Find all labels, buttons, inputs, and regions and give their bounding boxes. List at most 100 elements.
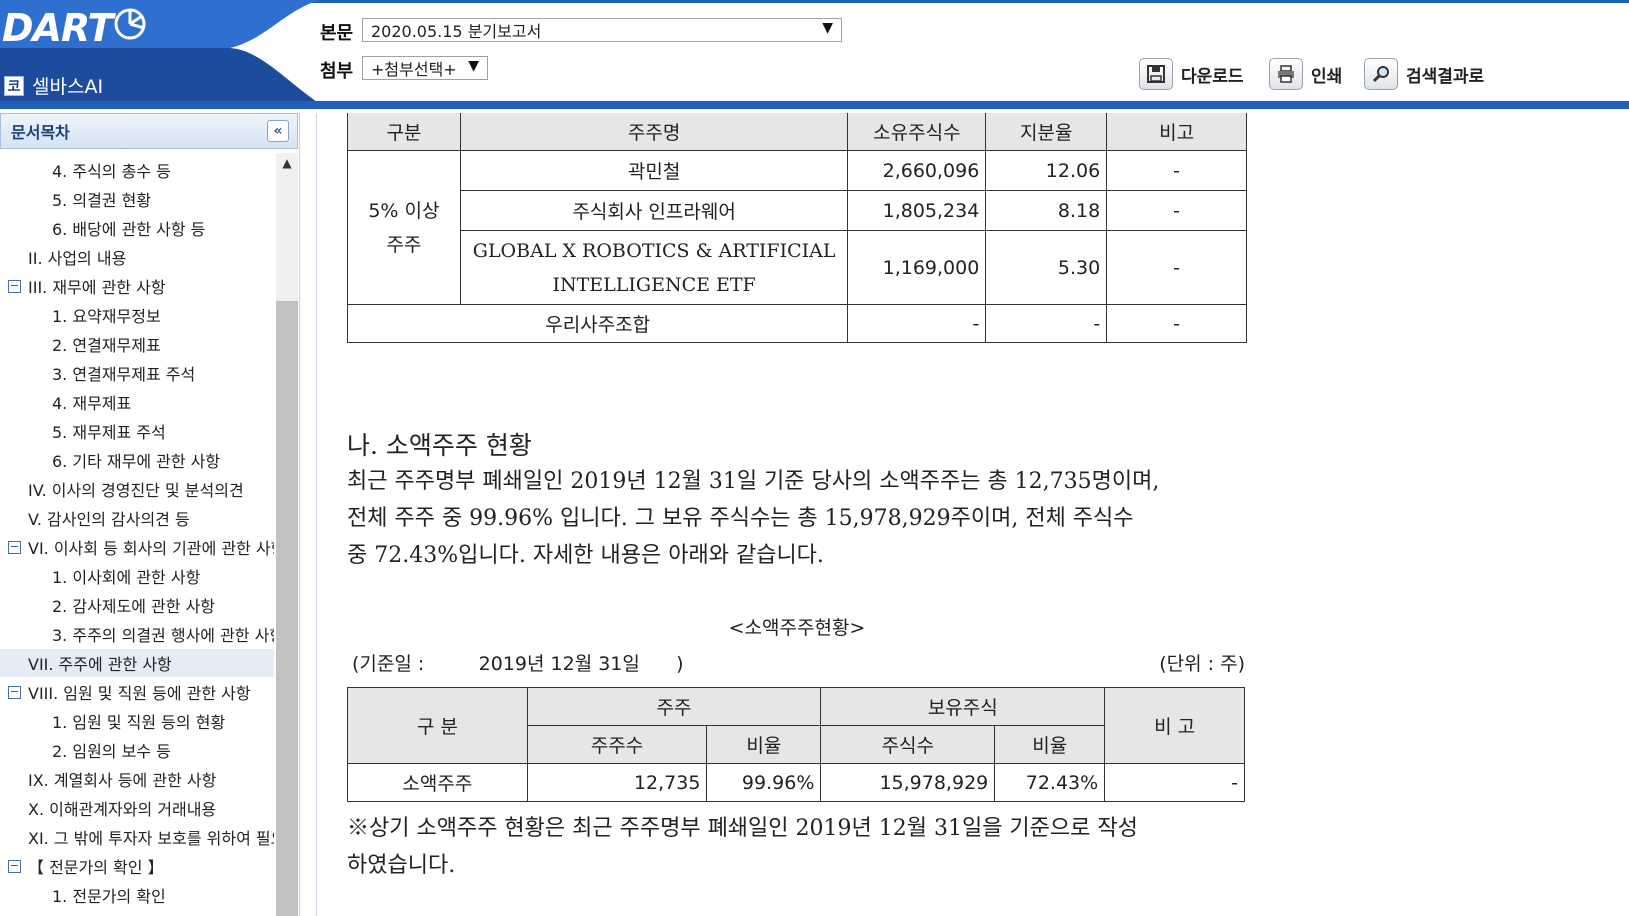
collapse-node-icon[interactable]: − (8, 541, 21, 554)
search-results-label: 검색결과로 (1406, 66, 1485, 87)
table-row: GLOBAL X ROBOTICS & ARTIFICIAL INTELLIGEN… (348, 230, 1247, 305)
section-paragraph: 최근 주주명부 폐쇄일인 2019년 12월 31일 기준 당사의 소액주주는 … (347, 469, 1160, 568)
toc-sidebar: 문서목차 « 4. 주식의 총수 등 5. 의결권 현황 6. 배당에 관한 사… (0, 113, 300, 916)
table-header-cell: 비 고 (1104, 687, 1245, 764)
ratio-cell: 8.18 (985, 190, 1108, 231)
toc-item[interactable]: − VIII. 임원 및 직원 등에 관한 사항 (0, 678, 274, 706)
table-header-cell: 구분 (347, 113, 461, 151)
collapse-node-icon[interactable]: − (8, 860, 21, 873)
body-document-select[interactable]: 2020.05.15 분기보고서 ▼ (362, 18, 842, 42)
toc-item[interactable]: 1. 임원 및 직원 등의 현황 (0, 707, 274, 735)
note-cell: - (1106, 190, 1247, 231)
toc-item[interactable]: V. 감사인의 감사의견 등 (0, 504, 274, 532)
row-label-cell: 소액주주 (347, 763, 528, 802)
shares-cell: 1,169,000 (847, 230, 987, 305)
toc-item[interactable]: 3. 주주의 의결권 행사에 관한 사항 (0, 620, 274, 648)
toc-item-selected[interactable]: VII. 주주에 관한 사항 (0, 649, 274, 677)
company-name: 코 셀바스AI (4, 72, 103, 99)
scrollbar-thumb[interactable] (276, 301, 298, 916)
table-header-cell: 비고 (1106, 113, 1247, 151)
ratio-cell: - (985, 304, 1108, 343)
table-header-cell: 보유주식 (820, 687, 1106, 726)
print-button[interactable]: 인쇄 (1269, 58, 1342, 90)
table-caption: <소액주주현황> (728, 617, 866, 639)
table-header-cell: 지분율 (985, 113, 1108, 151)
collapse-node-icon[interactable]: − (8, 280, 21, 293)
shareholder-name-cell: GLOBAL X ROBOTICS & ARTIFICIAL INTELLIGEN… (459, 230, 849, 305)
toc-item[interactable]: − III. 재무에 관한 사항 (0, 272, 274, 300)
note-cell: - (1106, 304, 1247, 343)
table-header-cell: 비율 (706, 725, 822, 764)
download-button[interactable]: 다운로드 (1139, 58, 1244, 90)
table-header-cell: 주식수 (820, 725, 996, 764)
toc-item[interactable]: 5. 재무제표 주석 (0, 417, 274, 445)
table-row: 우리사주조합 - - - (346, 304, 1247, 343)
attach-label: 첨부 (320, 61, 354, 82)
table-header-cell: 주주수 (526, 725, 708, 764)
note-cell: - (1104, 763, 1245, 802)
toc-item[interactable]: 2. 감사제도에 관한 사항 (0, 591, 274, 619)
toc-item[interactable]: 1. 이사회에 관한 사항 (0, 562, 274, 590)
header-bar: DART 코 셀바스AI 본문 2020.05.15 분기보고서 ▼ 첨부 +첨… (0, 0, 1629, 110)
company-badge: 코 (4, 75, 24, 96)
search-results-button[interactable]: 검색결과로 (1364, 58, 1484, 90)
magnifier-icon (1364, 58, 1398, 90)
toc-item[interactable]: 6. 배당에 관한 사항 등 (0, 214, 274, 242)
table-header-cell: 비율 (994, 725, 1106, 764)
toc-item[interactable]: 3. 연결재무제표 주석 (0, 359, 274, 387)
toc-item[interactable]: 6. 기타 재무에 관한 사항 (0, 446, 274, 474)
toc-item[interactable]: II. 사업의 내용 (0, 243, 274, 271)
scroll-up-icon[interactable]: ▲ (276, 153, 298, 173)
holder-ratio-cell: 99.96% (706, 763, 822, 802)
toc-item[interactable]: 1. 전문가의 확인 (0, 881, 274, 909)
table-row: 주식회사 인프라웨어 1,805,234 8.18 - (348, 190, 1247, 231)
print-label: 인쇄 (1311, 66, 1343, 87)
toc-item[interactable]: IX. 계열회사 등에 관한 사항 (0, 765, 274, 793)
toc-item[interactable]: X. 이해관계자와의 거래내용 (0, 794, 274, 822)
document-viewer: 구분 주주명 소유주식수 지분율 비고 5% 이상 주주 곽민철 2,660,09… (316, 113, 1629, 916)
table-header-cell: 소유주식수 (847, 113, 987, 151)
collapse-sidebar-button[interactable]: « (267, 120, 289, 142)
collapse-node-icon[interactable]: − (8, 686, 21, 699)
toc-item[interactable]: 4. 주식의 총수 등 (0, 156, 274, 184)
toc-item[interactable]: 2. 연결재무제표 (0, 330, 274, 358)
body-label: 본문 (320, 23, 354, 44)
shares-cell: 1,805,234 (847, 190, 987, 231)
attachment-select[interactable]: +첨부선택+ ▼ (362, 56, 488, 80)
toc-item[interactable]: − VI. 이사회 등 회사의 기관에 관한 사항 (0, 533, 274, 561)
table-header-cell: 구 분 (347, 687, 528, 764)
note-cell: - (1106, 150, 1247, 191)
shares-cell: 2,660,096 (847, 150, 987, 191)
toc-item[interactable]: 5. 의결권 현황 (0, 185, 274, 213)
dart-logo[interactable]: DART (2, 6, 113, 50)
table-row: 소액주주 12,735 99.96% 15,978,929 72.43% - (347, 763, 1245, 802)
toc-item[interactable]: 2. 임원의 보수 등 (0, 736, 274, 764)
table-header-cell: 주주명 (459, 113, 849, 151)
toc-title: 문서목차 (11, 123, 70, 142)
group-label-cell: 5% 이상 주주 (347, 150, 461, 305)
shares-cell: - (847, 304, 987, 343)
unit-label: (단위 : 주) (1159, 653, 1245, 675)
dropdown-arrow-icon: ▼ (822, 20, 833, 36)
attach-select-value: +첨부선택+ (371, 60, 457, 79)
toc-tree: 4. 주식의 총수 등 5. 의결권 현황 6. 배당에 관한 사항 등 II.… (0, 153, 274, 916)
dropdown-arrow-icon: ▼ (468, 58, 479, 74)
share-ratio-cell: 72.43% (994, 763, 1106, 802)
toc-scrollbar[interactable]: ▲ (276, 153, 298, 916)
save-disk-icon (1139, 58, 1173, 90)
shares-cell: 15,978,929 (820, 763, 996, 802)
note-cell: - (1106, 230, 1247, 305)
header-bottom-line (0, 101, 1629, 109)
ratio-cell: 12.06 (985, 150, 1108, 191)
toc-item[interactable]: IV. 이사의 경영진단 및 분석의견 (0, 475, 274, 503)
toc-item[interactable]: 1. 요약재무정보 (0, 301, 274, 329)
table-header-cell: 주주 (526, 687, 822, 726)
toc-item[interactable]: XI. 그 밖에 투자자 보호를 위하여 필요한 사항 (0, 823, 274, 851)
printer-icon (1269, 58, 1303, 90)
body-select-value: 2020.05.15 분기보고서 (371, 22, 542, 41)
toc-item[interactable]: − 【 전문가의 확인 】 (0, 852, 274, 880)
shareholder-name-cell: 주식회사 인프라웨어 (459, 190, 849, 231)
holders-cell: 12,735 (526, 763, 708, 802)
toc-item[interactable]: 4. 재무제표 (0, 388, 274, 416)
minority-shareholders-table: 구 분 주주 보유주식 비 고 주주수 비율 주식수 비율 소액주주 12,73… (347, 687, 1245, 802)
